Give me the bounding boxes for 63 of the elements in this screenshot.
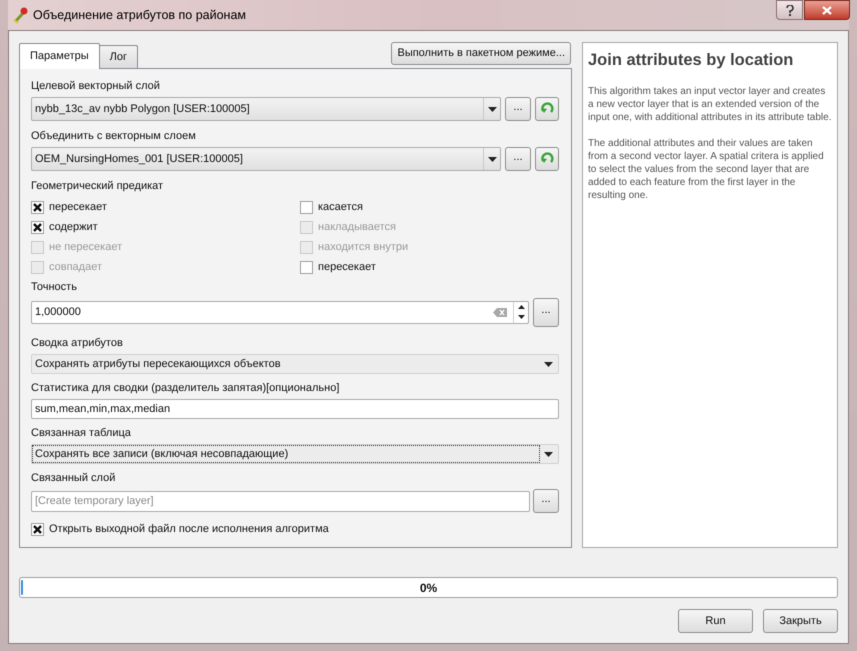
help-button[interactable] — [776, 0, 803, 20]
progress-reading: 0% — [420, 580, 438, 596]
dropdown-value: Сохранять все записи (включая несовпадающие) — [33, 446, 539, 462]
checkbox-label: пересекает — [49, 200, 107, 215]
refresh-button[interactable] — [535, 147, 559, 171]
checkbox-label: совпадает — [49, 260, 102, 275]
dropdown-arrow-icon — [544, 452, 553, 456]
checkbox-label: Открыть выходной файл после исполнения алгоритма — [49, 522, 329, 537]
check-icon — [33, 202, 42, 212]
field-value: 1,000000 — [35, 305, 82, 320]
dropdown-value: Сохранять атрибуты пересекающихся объектов — [34, 357, 282, 372]
batch-mode-button[interactable]: Выполнить в пакетном режиме... — [391, 42, 571, 65]
layer-dropdown[interactable]: nybb_13c_av nybb Polygon [USER:100005] — [31, 97, 501, 121]
dropdown-value: OEM_NursingHomes_001 [USER:100005] — [35, 152, 244, 167]
dropdown-arrow-icon — [544, 362, 553, 366]
dropdown[interactable]: Сохранять все записи (включая несовпадающие) — [31, 444, 559, 464]
checkbox-label: пересекает — [318, 260, 376, 275]
window-title: Объединение атрибутов по районам — [33, 6, 246, 24]
checkbox-label: касается — [318, 200, 363, 215]
field-label: Сводка атрибутов — [31, 337, 124, 350]
checkbox[interactable] — [31, 522, 44, 536]
checkbox-label: накладывается — [318, 220, 396, 235]
tab[interactable]: Лог — [98, 45, 138, 68]
help-text: This algorithm takes an input vector layer and creates a new vector layer that is an extended version of the input one, with additional attributes in its attribute table. — [588, 84, 832, 124]
dialog-button[interactable]: Run — [678, 609, 753, 633]
clear-icon — [493, 308, 507, 317]
tab[interactable]: Параметры — [19, 43, 100, 69]
dropdown[interactable]: Сохранять атрибуты пересекающихся объектов — [31, 354, 559, 374]
help-text: The additional attributes and their values are taken from a second vector layer. A spatial critera is applied to select the values from the second layer that are added to each feature from the first layer in the resulting one. — [588, 136, 825, 202]
close-button[interactable] — [804, 0, 850, 20]
help-title: Join attributes by location — [588, 50, 794, 71]
dialog-button[interactable]: Закрыть — [763, 609, 838, 633]
field-label: Целевой векторный слой — [31, 80, 161, 93]
check-icon — [33, 222, 42, 232]
checkbox[interactable] — [300, 200, 313, 214]
output-file-field[interactable]: [Create temporary layer] — [31, 490, 530, 512]
field-label: Связанная таблица — [31, 427, 132, 440]
checkbox-label: находится внутри — [318, 240, 408, 255]
help-icon — [786, 4, 794, 16]
field-label: Связанный слой — [31, 472, 116, 485]
app-icon — [12, 6, 29, 24]
layer-dropdown[interactable]: OEM_NursingHomes_001 [USER:100005] — [31, 147, 501, 171]
checkbox[interactable] — [31, 220, 44, 234]
browse-button[interactable]: ... — [533, 489, 559, 513]
check-icon — [33, 524, 42, 534]
checkbox[interactable] — [31, 200, 44, 214]
field-label: Статистика для сводки (разделитель запятая)[опционально] — [31, 382, 340, 395]
refresh-button[interactable] — [535, 97, 559, 121]
dropdown-arrow-icon — [488, 156, 496, 162]
field-label: Объединить с векторным слоем — [31, 130, 197, 143]
field-label: Геометрический предикат — [31, 180, 164, 193]
number-field[interactable]: 1,000000 — [31, 301, 529, 324]
dropdown-arrow-icon — [488, 106, 496, 112]
checkbox-label: не пересекает — [49, 240, 122, 255]
text-field[interactable]: sum,mean,min,max,median — [31, 399, 559, 419]
checkbox[interactable] — [300, 260, 313, 274]
browse-button[interactable]: ... — [533, 298, 559, 327]
dropdown-value: nybb_13c_av nybb Polygon [USER:100005] — [35, 102, 251, 117]
close-icon — [822, 6, 832, 14]
field-label: Точность — [31, 281, 78, 294]
browse-button[interactable]: ... — [505, 147, 531, 171]
checkbox-label: содержит — [49, 220, 98, 235]
browse-button[interactable]: ... — [505, 97, 531, 121]
